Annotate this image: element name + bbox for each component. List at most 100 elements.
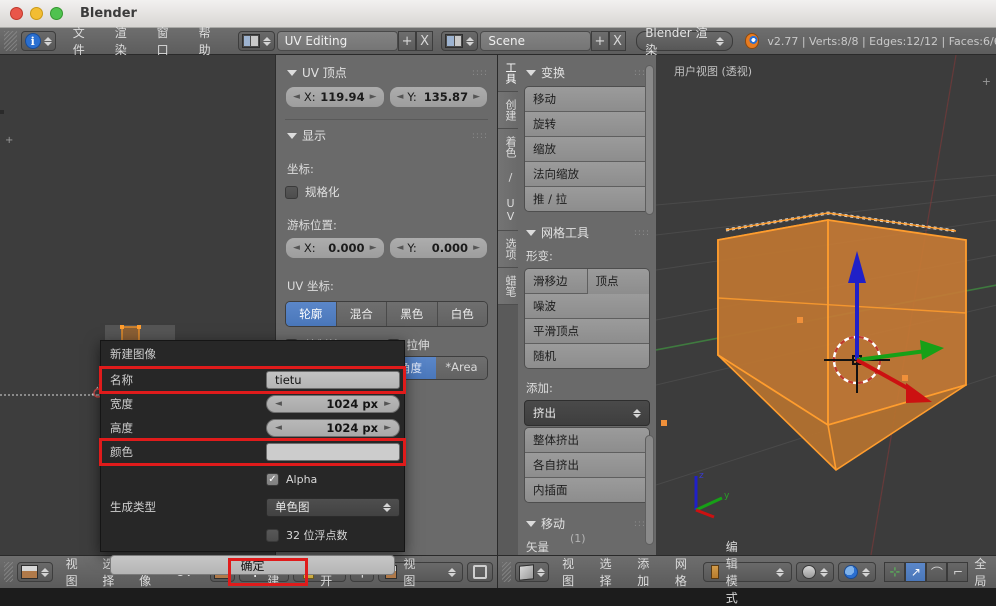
tab-grease-pencil[interactable]: 蜡笔 [498,268,518,305]
tab-shading-uv[interactable]: 着色 / UV [498,129,518,231]
view3d-menu-view[interactable]: 视图 [553,552,587,592]
scene-selector[interactable] [441,31,479,51]
add-layout-button[interactable]: + [398,31,416,51]
window-controls [10,7,63,20]
image-editor-icon [20,565,38,579]
viewport-shading-dropdown[interactable] [796,562,835,582]
close-icon[interactable] [10,7,23,20]
alpha-checkbox[interactable]: ✓ [266,472,279,486]
translate-manipulator-button[interactable]: ↗ [905,562,927,582]
render-engine-label: Blender 渲染 [645,26,708,57]
viewport-editor-type-button[interactable] [515,562,550,582]
uv-tab-white[interactable]: 白色 [437,302,487,326]
render-engine-selector[interactable]: Blender 渲染 [636,26,733,57]
cursor-x-value: 0.000 [328,241,365,255]
extrude-dropdown[interactable]: 挤出 [524,400,650,426]
smooth-vertex-button[interactable]: 平滑顶点 [525,319,649,344]
add-label: 添加: [526,381,553,395]
tool-shelf-scrollbar-2[interactable] [645,435,654,545]
height-input[interactable]: ◄ 1024 px ► [266,419,400,437]
noise-button[interactable]: 噪波 [525,294,649,319]
width-input[interactable]: ◄ 1024 px ► [266,395,400,413]
name-input[interactable]: tietu [266,371,400,389]
uv-draw-type-tabs[interactable]: 轮廓 混合 黑色 白色 [285,301,488,327]
pivot-point-dropdown[interactable] [838,562,877,582]
arrow-left-icon: ◄ [275,423,282,433]
3d-viewport[interactable]: 工具 创建 着色 / UV 选项 蜡笔 变换 :::: 移动 旋转 缩放 法向缩… [497,55,996,555]
randomize-button[interactable]: 随机 [525,344,649,368]
coord-label: 坐标: [287,162,314,176]
float32-checkbox[interactable] [266,528,279,542]
blender-window: Blender i 文件 渲染 窗口 帮助 UV Editing + X Sce… [0,0,996,605]
uv-tab-black[interactable]: 黑色 [387,302,438,326]
tool-shelf-scrollbar[interactable] [645,65,654,215]
cursor-x-field[interactable]: ◄ X: 0.000 ► [285,237,385,259]
add-scene-button[interactable]: + [591,31,609,51]
viewport-canvas[interactable]: z y [656,55,996,555]
rotate-button[interactable]: 旋转 [525,112,649,137]
ok-button[interactable]: 确定 [110,555,395,575]
maximize-icon[interactable] [50,7,63,20]
panel-divider [285,119,488,120]
top-header-bar: i 文件 渲染 窗口 帮助 UV Editing + X Scene + X B… [0,26,996,57]
uv-vertex-x-field[interactable]: ◄ X: 119.94 ► [285,86,385,108]
shrink-fatten-button[interactable]: 法向缩放 [525,162,649,187]
vertex-slide-button[interactable]: 顶点 [587,269,649,294]
interaction-mode-dropdown[interactable]: 编辑模式 [703,540,793,605]
view3d-menu-add[interactable]: 添加 [628,552,662,592]
translate-button[interactable]: 移动 [525,87,649,112]
mesh-tools-panel-header[interactable]: 网格工具 :::: [524,221,650,246]
grip-dots-icon: :::: [471,67,488,78]
arrow-left-icon: ◄ [275,399,282,409]
cursor-y-label: Y: [407,241,417,255]
viewport-object-index: (1) [570,532,586,545]
area-button[interactable]: *Area [436,357,487,379]
uv-sync-button[interactable] [467,562,493,582]
scene-name[interactable]: Scene [480,31,592,51]
screen-layout-name[interactable]: UV Editing [276,31,399,51]
tool-shelf-body: 变换 :::: 移动 旋转 缩放 法向缩放 推 / 拉 网格工具 :::: 形变… [518,55,656,555]
move-panel-header[interactable]: 移动 :::: [524,512,650,537]
extrude-individual-button[interactable]: 各自挤出 [525,453,649,478]
chevron-updown-icon [466,36,475,46]
scale-button[interactable]: 缩放 [525,137,649,162]
height-row: 高度 ◄ 1024 px ► [101,416,404,440]
uv-menu-view[interactable]: 视图 [57,552,90,592]
scale-manipulator-button[interactable]: ⌐ [947,562,969,582]
mesh-tools-panel-title: 网格工具 [541,226,590,240]
uv-tab-outline[interactable]: 轮廓 [286,302,337,326]
view3d-menu-select[interactable]: 选择 [591,552,625,592]
push-pull-button[interactable]: 推 / 拉 [525,187,649,211]
info-icon: i [24,33,41,49]
cursor-y-field[interactable]: ◄ Y: 0.000 ► [388,237,488,259]
extrude-region-button[interactable]: 整体挤出 [525,428,649,453]
screen-layout-selector[interactable] [237,31,275,51]
transform-panel-header[interactable]: 变换 :::: [524,61,650,86]
uv-vertex-y-label: Y: [407,90,417,104]
height-value: 1024 px [326,421,379,435]
transform-orientation-label[interactable]: 全局 [972,552,992,592]
inset-faces-button[interactable]: 内插面 [525,478,649,502]
edge-slide-button[interactable]: 滑移边 [525,269,588,294]
editor-type-info-button[interactable]: i [20,31,56,51]
delete-layout-button[interactable]: X [415,31,434,51]
rotate-manipulator-button[interactable]: ⌒ [926,562,948,582]
uv-editor-type-button[interactable] [16,562,53,582]
dialog-title: 新建图像 [110,347,156,361]
normalize-checkbox[interactable] [285,185,298,199]
color-swatch[interactable] [266,443,400,461]
delete-scene-button[interactable]: X [608,31,627,51]
generated-type-dropdown[interactable]: 单色图 [266,497,400,517]
view3d-menu-mesh[interactable]: 网格 [666,552,700,592]
tab-tools[interactable]: 工具 [498,55,518,92]
uv-vertex-panel-header[interactable]: UV 顶点 :::: [285,61,488,86]
manipulator-toggle-button[interactable]: ⊹ [884,562,906,582]
minimize-icon[interactable] [30,7,43,20]
normalize-checkbox-row[interactable]: 规格化 [285,181,488,203]
viewport-plus-marker: + [981,75,991,88]
display-panel-header[interactable]: 显示 :::: [285,124,488,149]
tab-options[interactable]: 选项 [498,231,518,268]
uv-tab-blend[interactable]: 混合 [336,302,387,326]
uv-vertex-y-field[interactable]: ◄ Y: 135.87 ► [388,86,488,108]
tab-create[interactable]: 创建 [498,92,518,129]
